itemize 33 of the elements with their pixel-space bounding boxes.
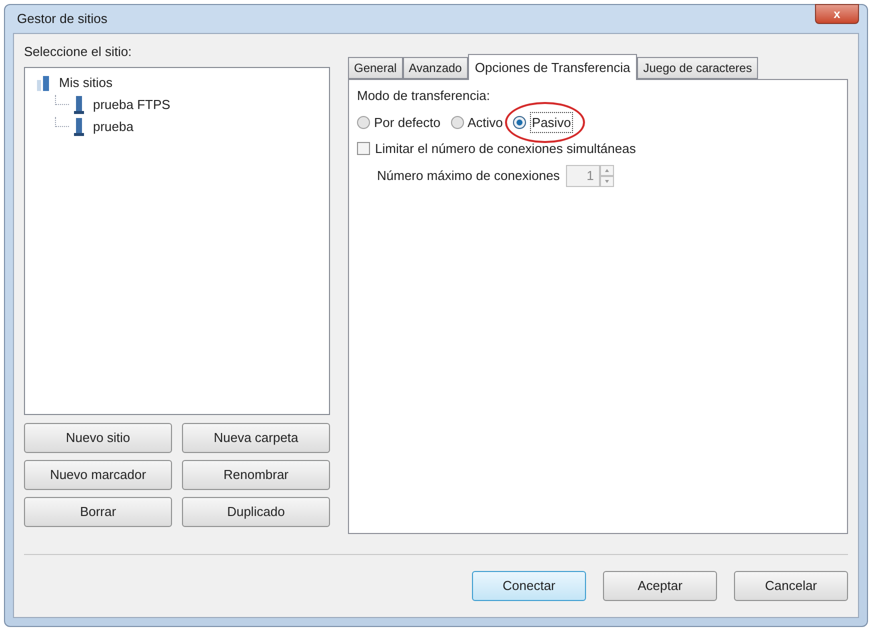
radio-label: Activo [468,114,503,132]
action-button[interactable]: Nuevo sitio [24,422,172,452]
window-title: Gestor de sitios [16,10,108,28]
dialog-button[interactable]: Cancelar [734,571,848,601]
action-button[interactable]: Duplicado [182,496,330,526]
action-button[interactable]: Nueva carpeta [182,422,330,452]
dialog-button[interactable]: Aceptar [603,571,717,601]
max-connections-label: Número máximo de conexiones [377,166,560,185]
radio-button[interactable] [450,116,464,129]
server-icon [73,94,85,114]
spinner-arrows-icon[interactable] [600,164,614,186]
action-button[interactable]: Renombrar [182,460,330,490]
tree-item[interactable]: prueba [89,116,138,136]
checkbox[interactable] [357,142,370,156]
tree-item[interactable]: Mis sitios [55,72,116,92]
tree-connector [55,94,69,104]
mode-label: Modo de transferencia: [357,87,491,105]
action-button[interactable]: Borrar [24,496,172,526]
tree-item[interactable]: prueba FTPS [89,94,174,114]
radio-label: Por defecto [374,114,440,132]
radio-button[interactable] [357,116,370,129]
checkbox-label: Limitar el número de conexiones simultáneas [375,140,636,158]
site-label: Seleccione el sitio: [24,43,133,61]
tab[interactable]: Juego de caracteres [637,57,758,79]
tab[interactable]: Avanzado [402,57,468,79]
tab[interactable]: General [348,57,403,79]
dialog-button[interactable]: Conectar [472,571,586,601]
radio-button[interactable] [512,116,526,129]
server-icon [73,116,85,136]
action-button[interactable]: Nuevo marcador [24,460,172,490]
tree-connector [55,116,69,126]
tab[interactable]: Opciones de Transferencia [468,54,638,80]
radio-label: Pasivo [530,112,573,133]
